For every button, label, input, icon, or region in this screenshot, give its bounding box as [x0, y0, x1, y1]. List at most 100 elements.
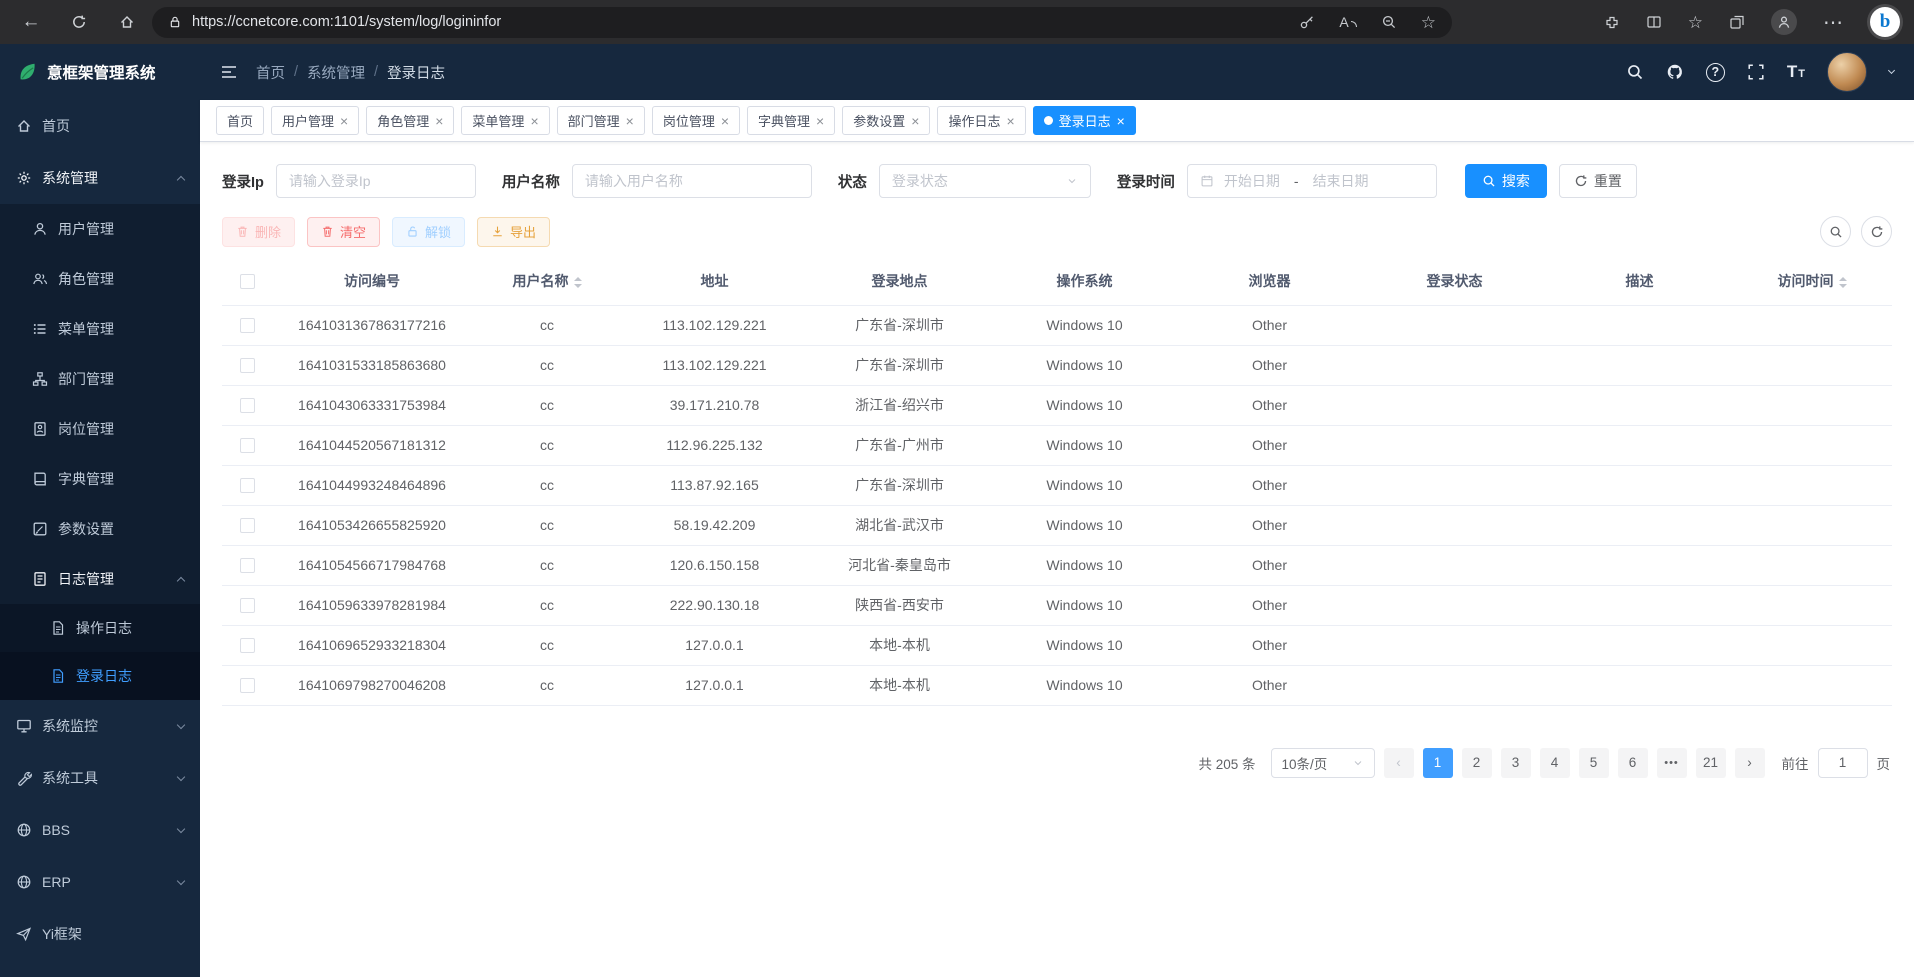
sidebar-item-dept-management[interactable]: 部门管理 — [0, 354, 200, 404]
table-row[interactable]: 1641059633978281984 cc 222.90.130.18 陕西省… — [222, 585, 1892, 625]
help-icon[interactable]: ? — [1706, 63, 1725, 82]
status-select[interactable]: 登录状态 — [879, 164, 1091, 198]
tab-home[interactable]: 首页 — [216, 106, 264, 135]
row-checkbox[interactable] — [240, 598, 255, 613]
user-name-input[interactable] — [572, 164, 812, 198]
tab-post-management[interactable]: 岗位管理× — [652, 106, 740, 135]
favorites-star-icon[interactable]: ☆ — [1688, 14, 1703, 31]
browser-home-button[interactable] — [110, 6, 144, 38]
clear-button[interactable]: 清空 — [307, 217, 380, 247]
site-info-lock-icon[interactable] — [168, 15, 182, 29]
row-checkbox[interactable] — [240, 318, 255, 333]
sidebar-item-menu-management[interactable]: 菜单管理 — [0, 304, 200, 354]
row-checkbox[interactable] — [240, 478, 255, 493]
row-checkbox[interactable] — [240, 518, 255, 533]
row-checkbox[interactable] — [240, 638, 255, 653]
split-screen-icon[interactable] — [1646, 14, 1662, 30]
sidebar-item-operation-log[interactable]: 操作日志 — [0, 604, 200, 652]
tab-login-log[interactable]: 登录日志× — [1033, 106, 1136, 135]
tab-dept-management[interactable]: 部门管理× — [557, 106, 645, 135]
collections-icon[interactable] — [1729, 14, 1745, 30]
page-button-5[interactable]: 5 — [1579, 748, 1609, 778]
sidebar-item-system-management[interactable]: 系统管理 — [0, 152, 200, 204]
read-aloud-icon[interactable]: A — [1339, 14, 1356, 30]
delete-button[interactable]: 删除 — [222, 217, 295, 247]
export-button[interactable]: 导出 — [477, 217, 550, 247]
sort-caret[interactable] — [574, 277, 582, 288]
zoom-icon[interactable] — [1381, 14, 1397, 30]
sidebar-item-user-management[interactable]: 用户管理 — [0, 204, 200, 254]
address-bar[interactable]: https://ccnetcore.com:1101/system/log/lo… — [152, 7, 1452, 38]
row-checkbox[interactable] — [240, 438, 255, 453]
close-icon[interactable]: × — [816, 114, 824, 128]
unlock-button[interactable]: 解锁 — [392, 217, 465, 247]
goto-page-input[interactable] — [1818, 748, 1868, 778]
extensions-puzzle-icon[interactable] — [1604, 14, 1620, 30]
sidebar-item-dict-management[interactable]: 字典管理 — [0, 454, 200, 504]
close-icon[interactable]: × — [721, 114, 729, 128]
breadcrumb-home[interactable]: 首页 — [256, 62, 285, 83]
table-row[interactable]: 1641069652933218304 cc 127.0.0.1 本地-本机 W… — [222, 625, 1892, 665]
page-button-4[interactable]: 4 — [1540, 748, 1570, 778]
close-icon[interactable]: × — [626, 114, 634, 128]
close-icon[interactable]: × — [435, 114, 443, 128]
next-page-button[interactable]: › — [1735, 748, 1765, 778]
sort-caret[interactable] — [1839, 277, 1847, 288]
date-range-picker[interactable]: 开始日期 - 结束日期 — [1187, 164, 1437, 198]
tab-param-settings[interactable]: 参数设置× — [842, 106, 930, 135]
table-row[interactable]: 1641031533185863680 cc 113.102.129.221 广… — [222, 345, 1892, 385]
fullscreen-icon[interactable] — [1747, 63, 1765, 81]
tab-dict-management[interactable]: 字典管理× — [747, 106, 835, 135]
close-icon[interactable]: × — [911, 114, 919, 128]
saved-password-key-icon[interactable] — [1299, 14, 1315, 30]
bing-chat-icon[interactable]: b — [1870, 7, 1900, 37]
table-row[interactable]: 1641054566717984768 cc 120.6.150.158 河北省… — [222, 545, 1892, 585]
row-checkbox[interactable] — [240, 398, 255, 413]
browser-refresh-button[interactable] — [62, 6, 96, 38]
sidebar-item-login-log[interactable]: 登录日志 — [0, 652, 200, 700]
tab-role-management[interactable]: 角色管理× — [366, 106, 454, 135]
breadcrumb-system-management[interactable]: 系统管理 — [307, 62, 365, 83]
table-row[interactable]: 1641053426655825920 cc 58.19.42.209 湖北省-… — [222, 505, 1892, 545]
page-button-21[interactable]: 21 — [1696, 748, 1726, 778]
more-pages-button[interactable]: ••• — [1657, 748, 1687, 778]
sidebar-item-log-management[interactable]: 日志管理 — [0, 554, 200, 604]
page-button-3[interactable]: 3 — [1501, 748, 1531, 778]
browser-profile-icon[interactable] — [1771, 9, 1797, 35]
select-all-checkbox[interactable] — [240, 274, 255, 289]
refresh-table-button[interactable] — [1861, 216, 1892, 247]
col-visit-time[interactable]: 访问时间 — [1732, 257, 1892, 305]
table-row[interactable]: 1641044993248464896 cc 113.87.92.165 广东省… — [222, 465, 1892, 505]
sidebar-item-bbs[interactable]: BBS — [0, 804, 200, 856]
github-icon[interactable] — [1666, 63, 1684, 81]
sidebar-item-post-management[interactable]: 岗位管理 — [0, 404, 200, 454]
page-button-6[interactable]: 6 — [1618, 748, 1648, 778]
url-text[interactable]: https://ccnetcore.com:1101/system/log/lo… — [192, 14, 501, 30]
close-icon[interactable]: × — [1117, 114, 1125, 128]
header-search-icon[interactable] — [1626, 63, 1644, 81]
tab-operation-log[interactable]: 操作日志× — [937, 106, 1025, 135]
prev-page-button[interactable]: ‹ — [1384, 748, 1414, 778]
table-row[interactable]: 1641069798270046208 cc 127.0.0.1 本地-本机 W… — [222, 665, 1892, 705]
sidebar-item-home[interactable]: 首页 — [0, 100, 200, 152]
table-row[interactable]: 1641043063331753984 cc 39.171.210.78 浙江省… — [222, 385, 1892, 425]
tab-user-management[interactable]: 用户管理× — [271, 106, 359, 135]
row-checkbox[interactable] — [240, 678, 255, 693]
close-icon[interactable]: × — [340, 114, 348, 128]
sidebar-item-system-monitor[interactable]: 系统监控 — [0, 700, 200, 752]
close-icon[interactable]: × — [1006, 114, 1014, 128]
sidebar-item-param-settings[interactable]: 参数设置 — [0, 504, 200, 554]
row-checkbox[interactable] — [240, 558, 255, 573]
sidebar-toggle[interactable] — [220, 63, 238, 81]
table-row[interactable]: 1641031367863177216 cc 113.102.129.221 广… — [222, 305, 1892, 345]
font-size-icon[interactable]: TT — [1787, 62, 1805, 82]
table-row[interactable]: 1641044520567181312 cc 112.96.225.132 广东… — [222, 425, 1892, 465]
sidebar-item-role-management[interactable]: 角色管理 — [0, 254, 200, 304]
sidebar-item-yi-framework[interactable]: Yi框架 — [0, 908, 200, 960]
browser-menu-icon[interactable]: ⋯ — [1823, 10, 1844, 35]
col-user-name[interactable]: 用户名称 — [472, 257, 622, 305]
login-ip-input[interactable] — [276, 164, 476, 198]
page-button-2[interactable]: 2 — [1462, 748, 1492, 778]
row-checkbox[interactable] — [240, 358, 255, 373]
browser-back-button[interactable]: ← — [14, 6, 48, 38]
